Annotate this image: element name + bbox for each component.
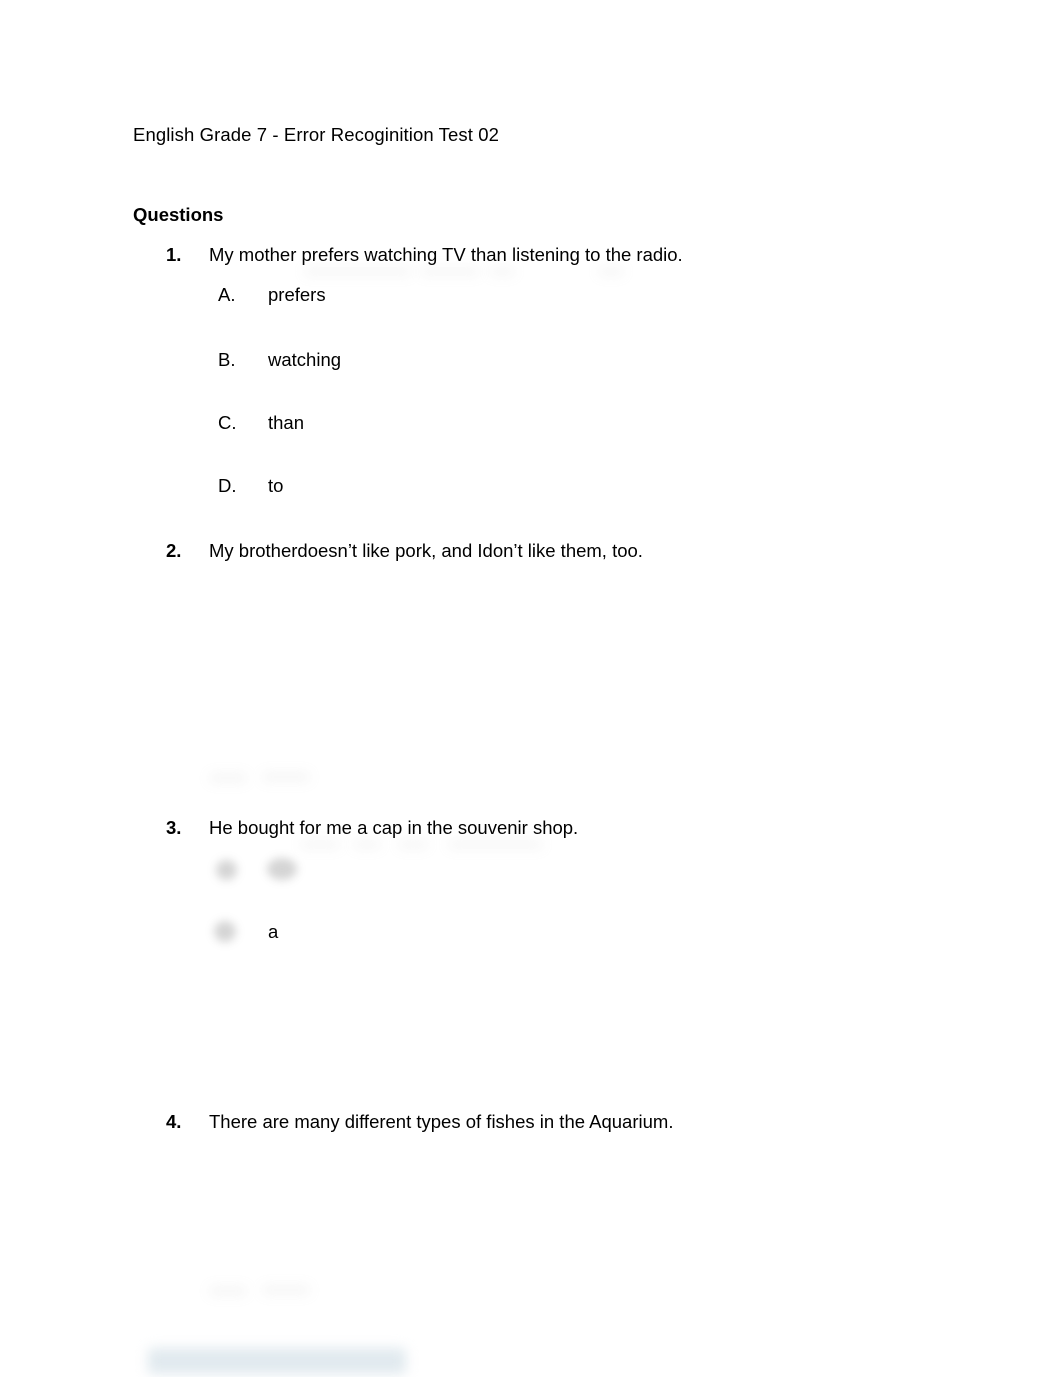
blur-artifact	[598, 267, 624, 276]
blur-artifact	[262, 772, 310, 782]
blur-artifact	[304, 267, 412, 276]
question-number: 1.	[166, 244, 182, 265]
option-item[interactable]: a	[218, 920, 278, 944]
option-item[interactable]: B. watching	[218, 348, 341, 372]
option-text: watching	[268, 349, 342, 370]
blur-artifact	[209, 773, 247, 783]
option-item[interactable]: A. prefers	[218, 283, 326, 307]
question-text: He bought for me a cap in the souvenir s…	[209, 817, 579, 838]
question-number: 2.	[166, 540, 182, 561]
option-item[interactable]: C. than	[218, 411, 304, 435]
blur-artifact	[448, 840, 543, 849]
option-letter: D.	[218, 475, 237, 496]
page-title: English Grade 7 - Error Recoginition Tes…	[133, 124, 500, 145]
blur-artifact	[216, 860, 237, 880]
question-item: 3. He bought for me a cap in the souvenir…	[166, 816, 578, 840]
blur-artifact	[398, 840, 428, 849]
blur-artifact	[267, 858, 297, 880]
option-text: to	[268, 475, 284, 496]
blur-artifact-bottom-bar	[148, 1348, 406, 1374]
option-text: prefers	[268, 284, 326, 305]
question-number: 4.	[166, 1111, 182, 1132]
option-text: than	[268, 412, 305, 433]
blur-artifact	[300, 840, 340, 849]
question-item: 4. There are many different types of fish…	[166, 1110, 673, 1134]
blur-artifact	[209, 1286, 247, 1296]
question-text: There are many different types of fishes…	[209, 1111, 674, 1132]
option-item[interactable]: D. to	[218, 474, 283, 498]
option-letter: B.	[218, 349, 236, 370]
blur-artifact	[489, 267, 515, 276]
question-text: My brotherdoesn’t like pork, and Idon’t …	[209, 540, 643, 561]
blur-artifact	[262, 1285, 310, 1295]
option-letter: C.	[218, 412, 237, 433]
question-item: 1. My mother prefers watching TV than lis…	[166, 243, 683, 267]
option-text: a	[268, 921, 279, 942]
question-item: 2. My brotherdoesn’t like pork, and Idon’…	[166, 539, 643, 563]
document-page: English Grade 7 - Error Recoginition Tes…	[0, 0, 1062, 1377]
section-heading-questions: Questions	[133, 204, 224, 225]
blur-artifact	[353, 840, 381, 849]
option-letter: A.	[218, 284, 236, 305]
question-number: 3.	[166, 817, 182, 838]
question-text: My mother prefers watching TV than liste…	[209, 244, 683, 265]
blur-artifact	[420, 267, 480, 276]
